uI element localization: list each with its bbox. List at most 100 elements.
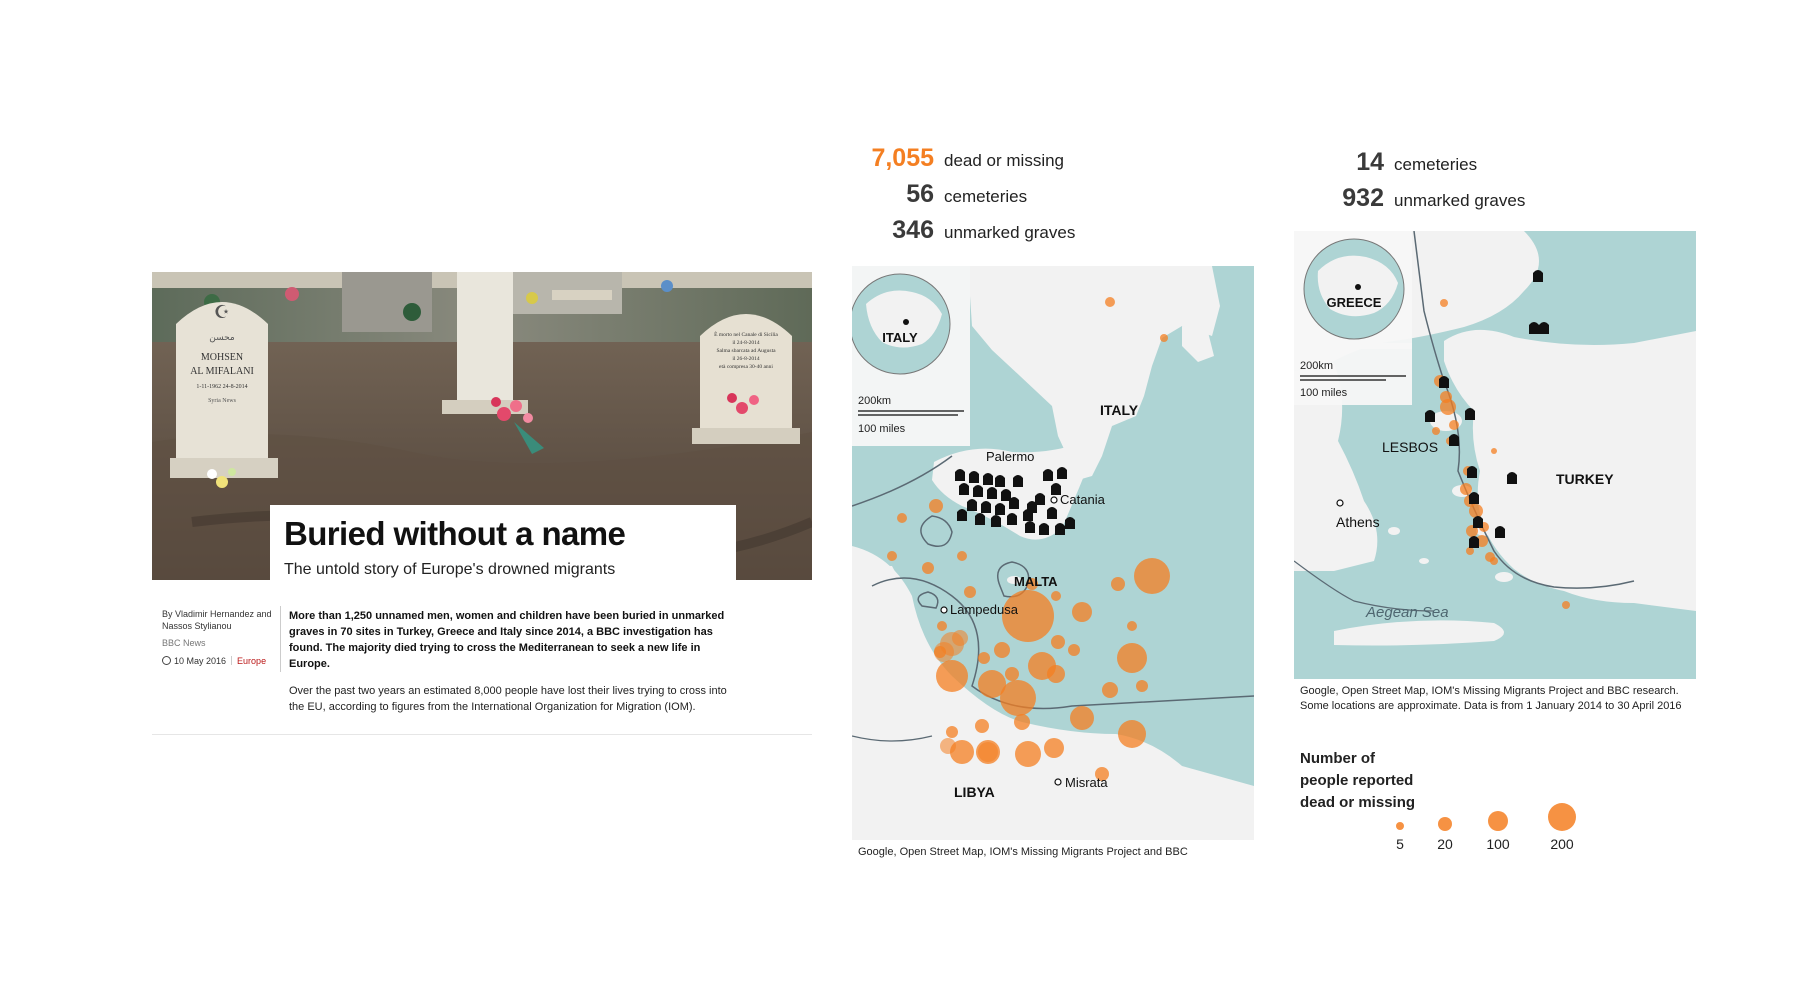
legend-label: 5	[1396, 836, 1404, 852]
legend-label: 200	[1550, 836, 1574, 852]
casualty-circle	[934, 642, 954, 662]
casualty-circle	[1014, 714, 1030, 730]
divider	[231, 656, 233, 665]
stat-value: 7,055	[871, 144, 934, 172]
casualty-circle	[1072, 602, 1092, 622]
grave-icon	[995, 503, 1005, 515]
svg-text:☪: ☪	[214, 302, 230, 323]
legend-circles	[1396, 803, 1576, 831]
svg-text:È morto nel Canale di Sicilia: È morto nel Canale di Sicilia	[714, 330, 778, 338]
casualty-circle	[1440, 399, 1456, 415]
island	[1388, 527, 1400, 535]
scale-km: 200km	[1300, 360, 1333, 372]
stat-cemeteries: 56 cemeteries	[830, 180, 1075, 216]
grave-icon	[1013, 475, 1023, 487]
inset-label: ITALY	[882, 330, 918, 345]
svg-text:Syria News: Syria News	[208, 398, 236, 404]
greece-map-caption: Google, Open Street Map, IOM's Missing M…	[1300, 685, 1682, 712]
grave-icon	[1533, 270, 1543, 282]
casualty-circle	[922, 562, 934, 574]
casualty-circle	[1160, 334, 1168, 342]
casualty-circle	[978, 652, 990, 664]
casualty-circle	[994, 642, 1010, 658]
stat-cemeteries: 14 cemeteries	[1290, 148, 1525, 184]
label-misrata: Misrata	[1065, 775, 1108, 790]
casualty-circle	[1105, 297, 1115, 307]
body-paragraph: Over the past two years an estimated 8,0…	[289, 685, 727, 713]
casualty-circle	[957, 551, 967, 561]
casualty-circle	[1102, 682, 1118, 698]
scale-miles: 100 miles	[858, 423, 906, 435]
grave-icon	[1047, 507, 1057, 519]
casualty-circle	[1490, 557, 1498, 565]
label-lampedusa: Lampedusa	[950, 602, 1019, 617]
label-malta: MALTA	[1014, 574, 1058, 589]
casualty-circle	[1005, 667, 1019, 681]
svg-text:il 26-8-2014: il 26-8-2014	[732, 356, 760, 362]
svg-text:محسن: محسن	[209, 333, 235, 343]
casualty-circle	[978, 742, 998, 762]
dateline: 10 May 2016 Europe	[162, 656, 266, 666]
grave-icon	[1007, 513, 1017, 525]
casualty-circle	[946, 726, 958, 738]
stat-label: unmarked graves	[944, 223, 1076, 242]
legend-circle-200	[1548, 803, 1576, 831]
casualty-circle	[1118, 720, 1146, 748]
italy-map-caption: Google, Open Street Map, IOM's Missing M…	[858, 846, 1188, 858]
source-label: BBC News	[162, 638, 206, 648]
island	[1419, 558, 1429, 564]
casualty-circle	[940, 738, 956, 754]
grave-icon	[1539, 322, 1549, 334]
stat-label: dead or missing	[944, 151, 1065, 170]
grave-icon	[995, 475, 1005, 487]
casualty-circle	[1460, 483, 1472, 495]
stat-value: 346	[892, 216, 934, 244]
grave-icon	[1473, 516, 1483, 528]
grave-icon	[1425, 410, 1435, 422]
catania-dot	[1050, 496, 1058, 504]
casualty-circle	[975, 719, 989, 733]
grave-icon	[1057, 467, 1067, 479]
legend-label: 20	[1437, 836, 1453, 852]
casualty-circle	[1051, 635, 1065, 649]
svg-text:1-11-1962 24-8-2014: 1-11-1962 24-8-2014	[196, 384, 247, 390]
legend-circle-100	[1488, 811, 1508, 831]
subheadline: The untold story of Europe's drowned mig…	[284, 561, 616, 578]
section-tag-link[interactable]: Europe	[237, 656, 266, 666]
stat-label: cemeteries	[944, 187, 1028, 206]
inset-label: GREECE	[1327, 295, 1382, 310]
grave-icon	[1055, 523, 1065, 535]
svg-text:MOHSEN: MOHSEN	[201, 352, 243, 363]
svg-text:Salma sbarcata ad Augusta: Salma sbarcata ad Augusta	[716, 348, 776, 354]
grave-icon	[1467, 466, 1477, 478]
casualty-circle	[1070, 706, 1094, 730]
label-lesbos: LESBOS	[1382, 439, 1438, 455]
label-turkey: TURKEY	[1556, 471, 1614, 487]
grave-icon	[1009, 497, 1019, 509]
greece-map: GREECE 200km 100 miles LESBOS Athens TUR…	[1294, 231, 1696, 679]
misrata-dot	[1054, 778, 1062, 786]
casualty-circle	[897, 513, 907, 523]
label-palermo: Palermo	[986, 449, 1034, 464]
casualty-circle	[1440, 299, 1448, 307]
casualty-circle	[1015, 741, 1041, 767]
grave-icon	[1449, 434, 1459, 446]
stat-value: 932	[1342, 184, 1384, 212]
casualty-circle	[1051, 591, 1061, 601]
stat-label: cemeteries	[1394, 155, 1478, 174]
casualty-circle	[1047, 665, 1065, 683]
label-catania: Catania	[1060, 492, 1106, 507]
label-athens: Athens	[1336, 514, 1380, 530]
label-italy: ITALY	[1100, 402, 1139, 418]
casualty-circle	[1432, 427, 1440, 435]
meta-divider	[280, 606, 281, 672]
casualty-circle	[936, 660, 968, 692]
grave-icon	[957, 509, 967, 521]
lampedusa-dot	[940, 606, 948, 614]
grave-icon	[959, 483, 969, 495]
svg-text:AL MIFALANI: AL MIFALANI	[190, 366, 254, 377]
casualty-circle	[1466, 547, 1474, 555]
italy-map: ITALY 200km 100 miles ITALY Palermo Cata…	[852, 266, 1254, 840]
location-dot	[903, 319, 909, 325]
grave-icon	[1025, 521, 1035, 533]
